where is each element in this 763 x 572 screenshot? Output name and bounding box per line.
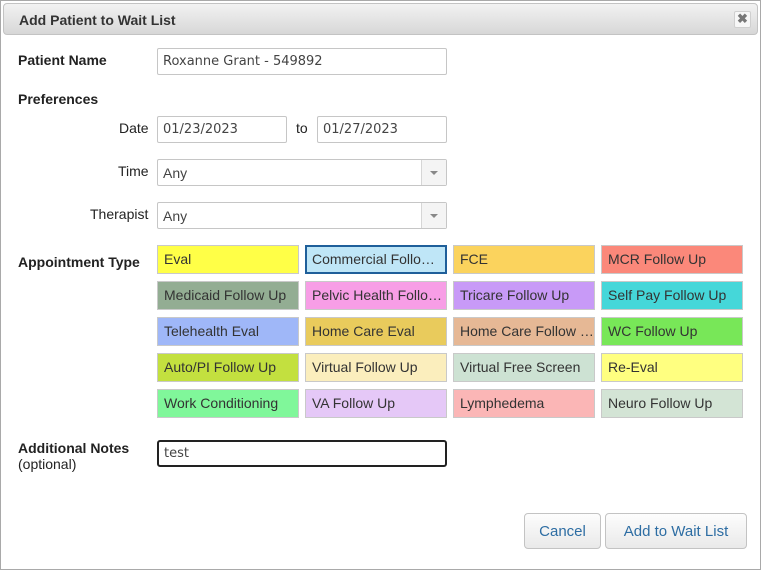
appointment-type-option[interactable]: VA Follow Up (305, 389, 447, 418)
add-to-wait-list-dialog: Add Patient to Wait List ✖ Patient Name … (0, 0, 761, 570)
appointment-type-option[interactable]: Virtual Follow Up (305, 353, 447, 382)
patient-name-label: Patient Name (18, 52, 107, 68)
additional-notes-label: Additional Notes (18, 440, 130, 456)
additional-notes-optional: (optional) (18, 456, 77, 472)
chevron-down-icon (421, 203, 446, 228)
appointment-type-label: Appointment Type (18, 254, 140, 270)
appointment-type-option[interactable]: MCR Follow Up (601, 245, 743, 274)
appointment-type-option[interactable]: Telehealth Eval (157, 317, 299, 346)
appointment-type-option[interactable]: Work Conditioning (157, 389, 299, 418)
appointment-type-option[interactable]: FCE (453, 245, 595, 274)
chevron-down-icon (421, 160, 446, 185)
appointment-type-option[interactable]: Self Pay Follow Up (601, 281, 743, 310)
cancel-button[interactable]: Cancel (524, 513, 601, 549)
appointment-type-option[interactable]: Home Care Follow Up (453, 317, 595, 346)
appointment-type-option[interactable]: Lymphedema (453, 389, 595, 418)
add-to-wait-list-button[interactable]: Add to Wait List (605, 513, 747, 549)
therapist-select-value: Any (163, 208, 188, 224)
appointment-type-option[interactable]: Home Care Eval (305, 317, 447, 346)
additional-notes-input[interactable] (157, 440, 447, 467)
preferences-heading: Preferences (18, 91, 99, 107)
appointment-type-option[interactable]: Auto/PI Follow Up (157, 353, 299, 382)
appointment-type-option[interactable]: Commercial Follow Up (305, 245, 447, 274)
appointment-type-option[interactable]: Neuro Follow Up (601, 389, 743, 418)
dialog-title: Add Patient to Wait List (19, 12, 176, 28)
time-select-value: Any (163, 165, 188, 181)
date-to-input[interactable] (317, 116, 447, 143)
patient-name-input[interactable] (157, 48, 447, 75)
close-icon[interactable]: ✖ (734, 11, 751, 28)
date-label: Date (119, 120, 149, 136)
dialog-titlebar: Add Patient to Wait List ✖ (3, 3, 758, 35)
therapist-label: Therapist (90, 206, 149, 222)
appointment-type-option[interactable]: Re-Eval (601, 353, 743, 382)
appointment-type-option[interactable]: WC Follow Up (601, 317, 743, 346)
therapist-select[interactable]: Any (157, 202, 447, 229)
date-from-input[interactable] (157, 116, 287, 143)
time-label: Time (118, 163, 149, 179)
appointment-type-option[interactable]: Medicaid Follow Up (157, 281, 299, 310)
time-select[interactable]: Any (157, 159, 447, 186)
date-separator: to (296, 120, 308, 136)
appointment-type-option[interactable]: Pelvic Health Follow Up (305, 281, 447, 310)
appointment-type-option[interactable]: Eval (157, 245, 299, 274)
appointment-type-option[interactable]: Virtual Free Screen (453, 353, 595, 382)
appointment-type-option[interactable]: Tricare Follow Up (453, 281, 595, 310)
